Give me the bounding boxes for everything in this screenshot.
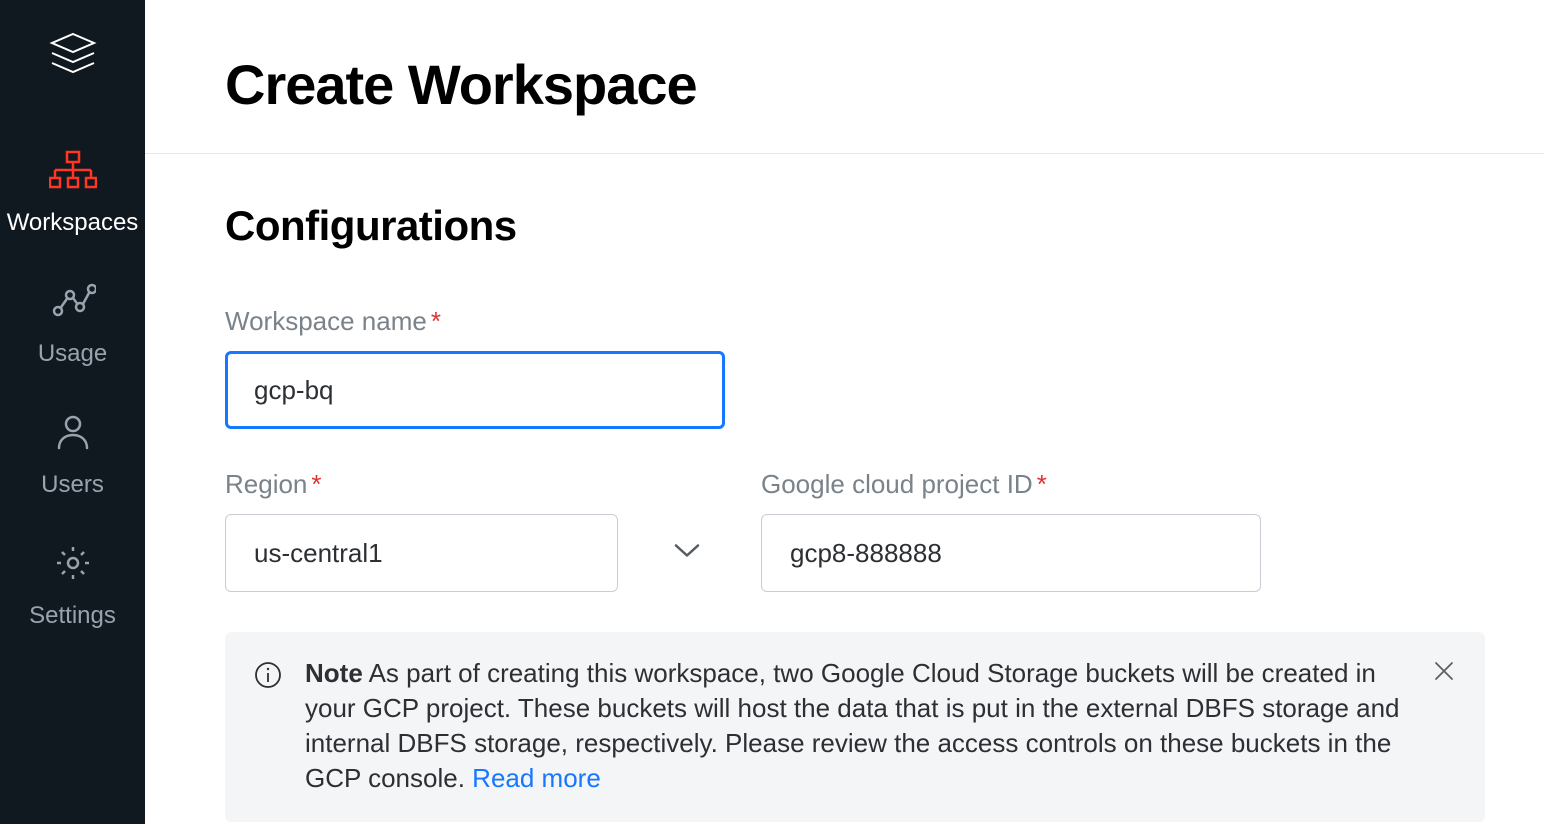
main-content: Create Workspace Configurations Workspac… xyxy=(145,0,1544,824)
field-workspace-name: Workspace name* xyxy=(225,306,725,429)
sidebar-item-label: Users xyxy=(41,473,104,497)
sidebar-item-users[interactable]: Users xyxy=(0,394,145,525)
workspace-name-input[interactable] xyxy=(225,351,725,429)
sidebar: Workspaces Usage Users xyxy=(0,0,145,824)
project-id-label: Google cloud project ID* xyxy=(761,469,1261,500)
read-more-link[interactable]: Read more xyxy=(472,763,601,793)
databricks-logo-icon xyxy=(46,28,100,82)
region-select[interactable] xyxy=(225,514,618,592)
region-label: Region* xyxy=(225,469,725,500)
field-project-id: Google cloud project ID* xyxy=(761,469,1261,592)
usage-icon xyxy=(50,281,96,328)
sidebar-item-workspaces[interactable]: Workspaces xyxy=(0,132,145,263)
gear-icon xyxy=(53,543,93,590)
sidebar-item-settings[interactable]: Settings xyxy=(0,525,145,656)
project-id-input[interactable] xyxy=(761,514,1261,592)
required-indicator: * xyxy=(431,306,441,336)
chevron-down-icon xyxy=(673,542,701,565)
note-text: Note As part of creating this workspace,… xyxy=(305,656,1405,796)
users-icon xyxy=(53,412,93,459)
page-title: Create Workspace xyxy=(225,52,1544,117)
logo[interactable] xyxy=(46,18,100,132)
required-indicator: * xyxy=(1037,469,1047,499)
sidebar-item-label: Usage xyxy=(38,342,107,366)
workspaces-icon xyxy=(49,150,97,197)
info-note: Note As part of creating this workspace,… xyxy=(225,632,1485,822)
sidebar-item-label: Settings xyxy=(29,604,116,628)
section-title: Configurations xyxy=(225,202,1544,250)
sidebar-item-usage[interactable]: Usage xyxy=(0,263,145,394)
sidebar-item-label: Workspaces xyxy=(7,211,139,235)
field-region: Region* xyxy=(225,469,725,592)
divider xyxy=(145,153,1544,154)
workspace-name-label: Workspace name* xyxy=(225,306,725,337)
close-icon[interactable] xyxy=(1431,658,1457,689)
info-icon xyxy=(253,660,283,695)
required-indicator: * xyxy=(311,469,321,499)
